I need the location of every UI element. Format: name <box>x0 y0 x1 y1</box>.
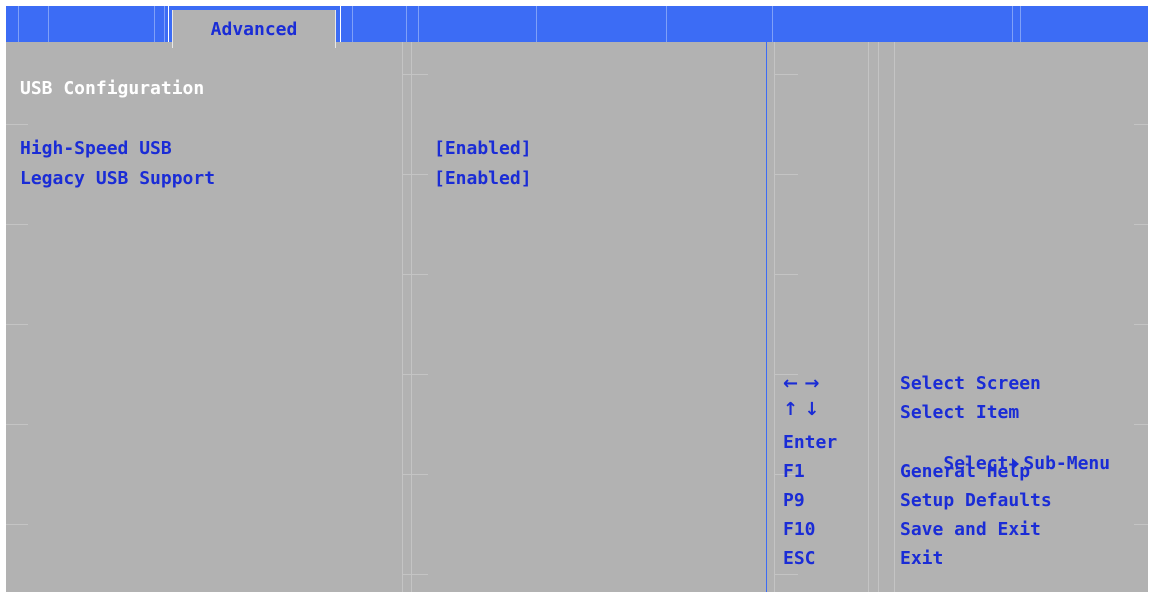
help-select-screen: Select Screen <box>900 373 1041 394</box>
setting-legacy-usb-support[interactable]: Legacy USB Support <box>20 168 215 189</box>
setting-high-speed-usb[interactable]: High-Speed USB <box>20 138 172 159</box>
page-title: USB Configuration <box>20 78 205 99</box>
help-key-enter: Enter <box>783 432 838 453</box>
help-select-item: Select Item <box>900 402 1020 423</box>
help-key-f1: F1 <box>783 461 805 482</box>
help-key-f10: F10 <box>783 519 816 540</box>
help-setup-defaults: Setup Defaults <box>900 490 1052 511</box>
setting-legacy-usb-support-value[interactable]: [Enabled] <box>434 168 532 189</box>
tab-advanced-label: Advanced <box>210 18 298 40</box>
help-general-help: General Help <box>900 461 1031 482</box>
setting-label: High-Speed USB <box>20 138 172 159</box>
tab-advanced[interactable]: Advanced <box>172 10 336 48</box>
bios-setup-screen: Advanced USB Configuration High-Speed US… <box>6 6 1148 592</box>
help-select-submenu-post: Sub-Menu <box>1023 453 1111 474</box>
help-exit: Exit <box>900 548 944 569</box>
up-down-arrows-icon: ↑ ↓ <box>783 399 820 420</box>
setting-label: Legacy USB Support <box>20 168 216 189</box>
left-right-arrows-icon: ← → <box>783 373 820 394</box>
help-save-and-exit: Save and Exit <box>900 519 1041 540</box>
setting-high-speed-usb-value[interactable]: [Enabled] <box>434 138 532 159</box>
help-panel-divider <box>766 6 767 592</box>
help-key-p9: P9 <box>783 490 805 511</box>
help-key-esc: ESC <box>783 548 816 569</box>
